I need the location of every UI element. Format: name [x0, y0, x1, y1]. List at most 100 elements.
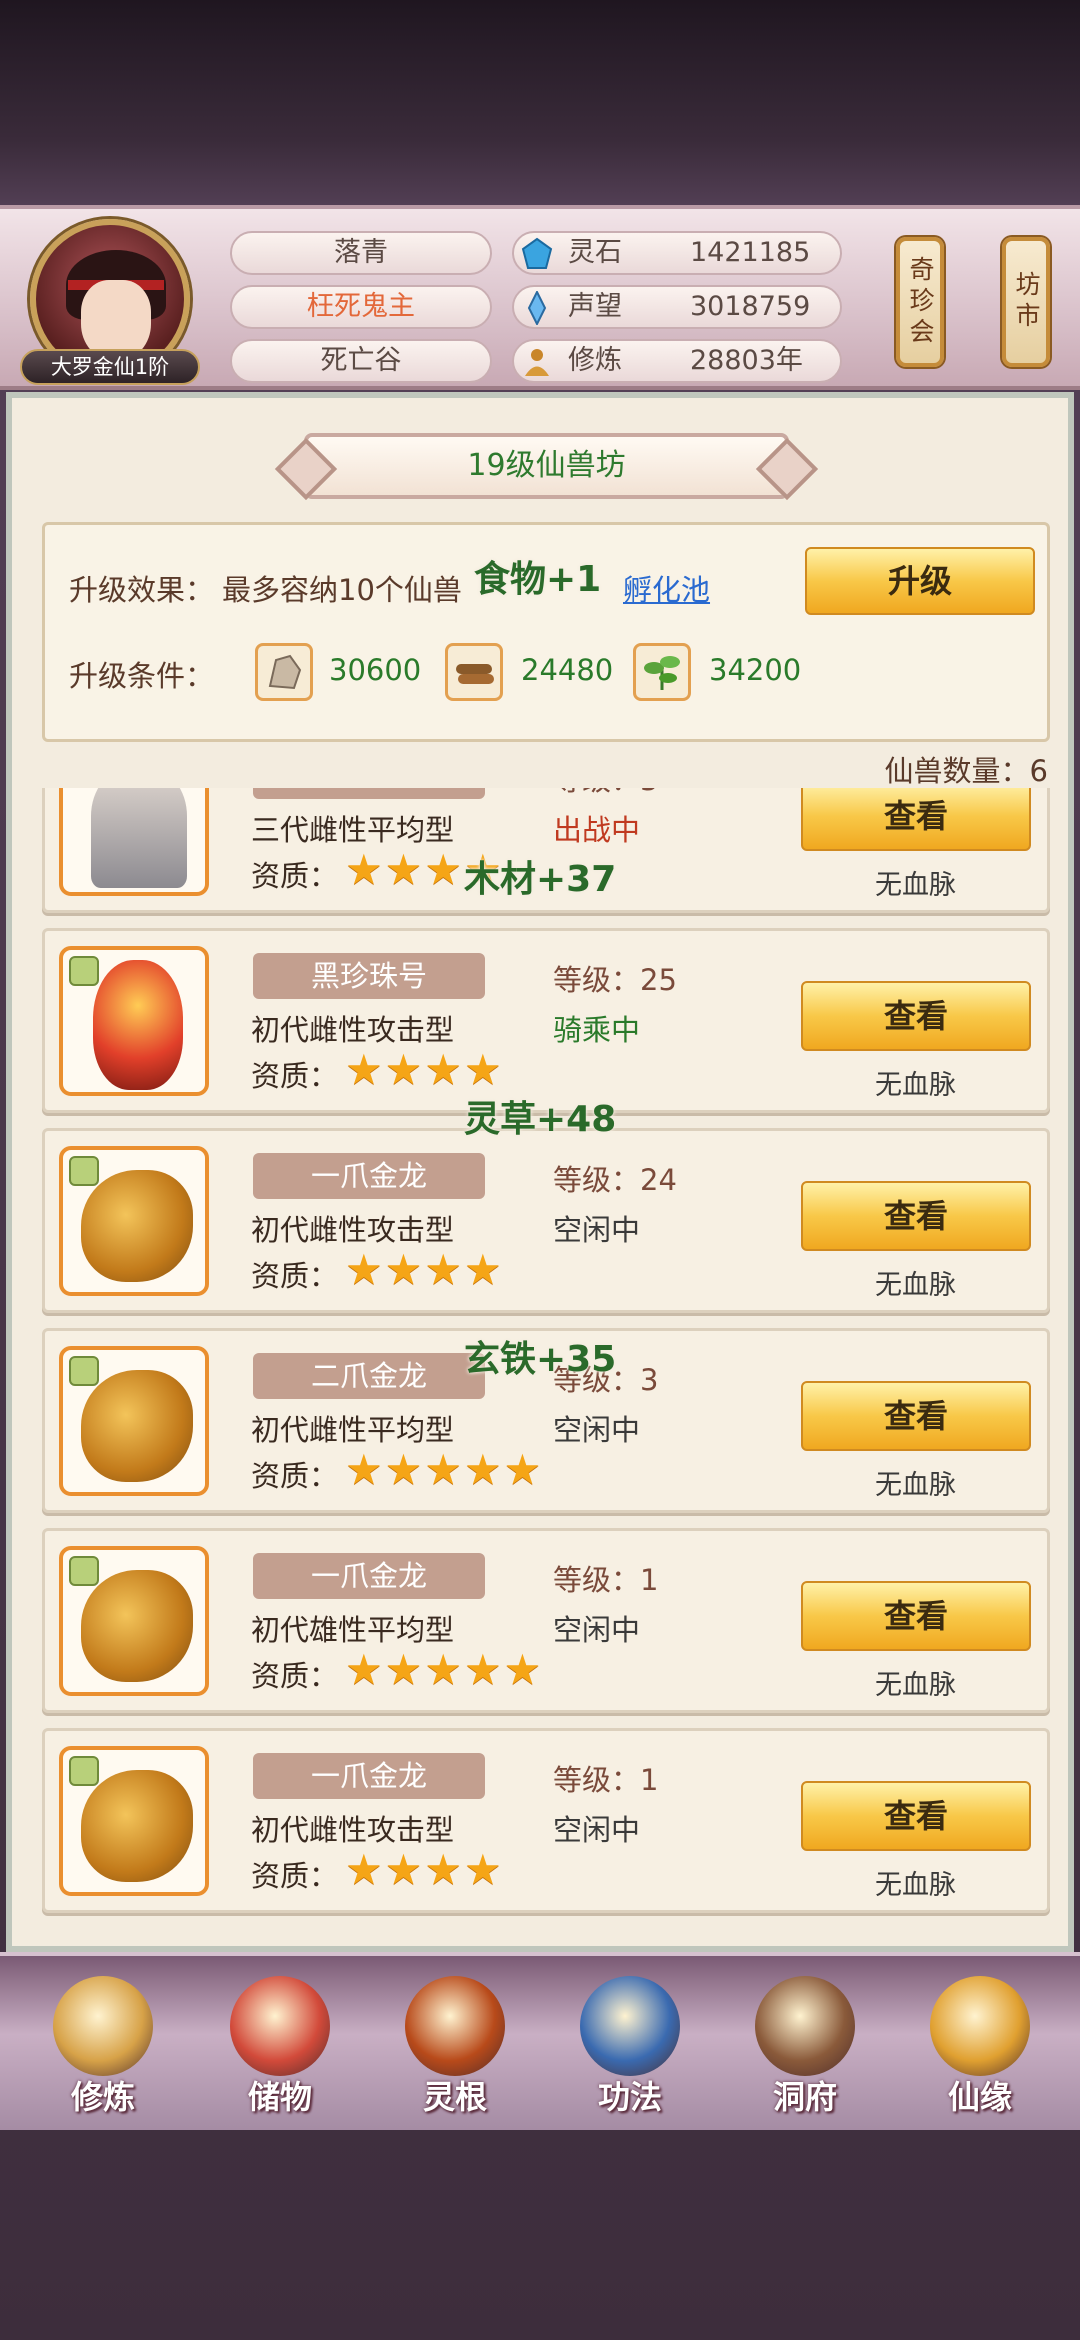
quality-stars: ★★★★ — [345, 1847, 504, 1893]
player-location: 死亡谷 — [230, 339, 492, 383]
beast-count: 仙兽数量：6 — [884, 754, 1048, 788]
star-icon: ★ — [345, 1045, 385, 1094]
bloodline-text: 无血脉 — [875, 870, 956, 901]
view-button[interactable]: 查看 — [801, 1581, 1031, 1651]
stat-value: 1421185 — [690, 237, 811, 268]
beast-portrait[interactable] — [59, 1146, 209, 1296]
beast-type: 初代雌性攻击型 — [251, 1013, 455, 1047]
fire-spirit-portrait — [93, 960, 183, 1090]
star-icon: ★ — [503, 1445, 544, 1494]
rare-treasure-fair-button[interactable]: 奇珍会 — [896, 237, 944, 367]
wood-icon — [445, 643, 503, 701]
nav-item-3[interactable]: 灵根 — [380, 1966, 530, 2126]
spirit-root-emblem-icon — [405, 1976, 505, 2076]
upgrade-button[interactable]: 升级 — [805, 547, 1035, 615]
golden-dragon-portrait — [81, 1370, 193, 1482]
hatching-pool-link[interactable]: 孵化池 — [623, 567, 710, 609]
beast-card: 一爪金龙 初代雌性攻击型 资质： ★★★★ 等级：24 空闲中 查看 无血脉 — [42, 1128, 1050, 1313]
nav-item-6[interactable]: 仙缘 — [905, 1966, 1055, 2126]
beast-status: 空闲中 — [553, 1813, 641, 1847]
stat-value: 28803年 — [690, 345, 803, 376]
star-icon: ★ — [463, 1645, 504, 1694]
player-name: 落青 — [230, 231, 492, 275]
star-icon: ★ — [424, 845, 464, 894]
floating-gain-food: 食物+1 — [474, 559, 602, 600]
quality-stars: ★★★★★ — [345, 1447, 543, 1493]
beast-type: 初代雄性平均型 — [251, 1613, 455, 1647]
cave-mansion-icon — [755, 1976, 855, 2076]
beast-name: 一爪金龙 — [253, 1153, 485, 1199]
floating-gain-iron: 玄铁+35 — [464, 1339, 617, 1380]
bloodline-text: 无血脉 — [875, 1070, 956, 1101]
nav-item-1[interactable]: 修炼 — [28, 1966, 178, 2126]
star-icon: ★ — [384, 1445, 425, 1494]
golden-dragon-portrait — [81, 1170, 193, 1282]
stat-label: 声望 — [568, 291, 622, 322]
beast-portrait[interactable] — [59, 1546, 209, 1696]
beast-portrait[interactable] — [59, 946, 209, 1096]
bloodline-text: 无血脉 — [875, 1870, 956, 1901]
view-button[interactable]: 查看 — [801, 788, 1031, 851]
star-icon: ★ — [384, 1845, 425, 1894]
treasure-bag-icon — [230, 1976, 330, 2076]
scripture-book-icon — [580, 1976, 680, 2076]
beast-workshop-panel: 19级仙兽坊 升级效果： 最多容纳10个仙兽 孵化池 升级 升级条件： 30600… — [6, 392, 1074, 1952]
nav-item-5[interactable]: 洞府 — [730, 1966, 880, 2126]
bloodline-text: 无血脉 — [875, 1470, 956, 1501]
quality-label: 资质： — [251, 1459, 339, 1493]
view-button[interactable]: 查看 — [801, 1781, 1031, 1851]
quality-stars: ★★★★ — [345, 1047, 504, 1093]
wood-requirement: 24480 — [521, 653, 614, 687]
prestige-crystal-icon — [527, 291, 547, 325]
star-icon: ★ — [424, 1245, 464, 1294]
beast-level: 等级：25 — [553, 963, 677, 997]
lock-icon — [69, 1156, 99, 1186]
lock-icon — [69, 956, 99, 986]
nav-label: 功法 — [597, 2078, 662, 2116]
herb-requirement: 34200 — [709, 653, 802, 687]
quality-label: 资质： — [251, 1059, 339, 1093]
star-icon: ★ — [384, 1245, 425, 1294]
stat-value: 3018759 — [690, 291, 811, 322]
beast-status: 骑乘中 — [553, 1013, 641, 1047]
rank-badge: 大罗金仙1阶 — [20, 349, 200, 385]
beast-portrait[interactable] — [59, 788, 209, 896]
nav-label: 仙缘 — [947, 2078, 1012, 2116]
panel-title: 19级仙兽坊 — [304, 433, 789, 499]
star-icon: ★ — [345, 1645, 385, 1694]
player-title: 枉死鬼主 — [230, 285, 492, 329]
star-icon: ★ — [345, 1845, 385, 1894]
avatar-face — [81, 280, 151, 360]
market-button[interactable]: 坊市 — [1002, 237, 1050, 367]
beast-name: 一爪金龙 — [253, 1753, 485, 1799]
beast-portrait[interactable] — [59, 1346, 209, 1496]
star-icon: ★ — [345, 1245, 385, 1294]
beast-card: 黑珍珠号 初代雌性攻击型 资质： ★★★★ 等级：25 骑乘中 查看 无血脉 — [42, 928, 1050, 1113]
view-button[interactable]: 查看 — [801, 981, 1031, 1051]
beast-level: 等级：24 — [553, 1163, 677, 1197]
view-button[interactable]: 查看 — [801, 1181, 1031, 1251]
stat-prestige: 声望 3018759 — [512, 285, 842, 329]
nav-item-2[interactable]: 储物 — [205, 1966, 355, 2126]
star-icon: ★ — [345, 845, 385, 894]
quality-stars: ★★★★★ — [345, 1647, 543, 1693]
beast-level: 等级：3 — [553, 788, 658, 799]
beast-status: 空闲中 — [553, 1413, 641, 1447]
beast-name: 一爪金龙 — [253, 1553, 485, 1599]
ore-requirement: 30600 — [329, 653, 422, 687]
beast-type: 初代雌性攻击型 — [251, 1213, 455, 1247]
beast-type: 初代雌性平均型 — [251, 1413, 455, 1447]
nav-item-4[interactable]: 功法 — [555, 1966, 705, 2126]
beast-name — [253, 788, 485, 799]
beast-status: 出战中 — [553, 813, 641, 847]
upgrade-effect-label: 升级效果： — [69, 573, 215, 607]
star-icon: ★ — [424, 1645, 464, 1694]
gourd-icon — [930, 1976, 1030, 2076]
bottom-nav: 修炼 储物 灵根 功法 洞府 仙缘 — [0, 1952, 1080, 2130]
view-button[interactable]: 查看 — [801, 1381, 1031, 1451]
beast-portrait[interactable] — [59, 1746, 209, 1896]
quality-label: 资质： — [251, 1859, 339, 1893]
nav-label: 灵根 — [422, 2078, 487, 2116]
beast-card: 一爪金龙 初代雌性攻击型 资质： ★★★★ 等级：1 空闲中 查看 无血脉 — [42, 1728, 1050, 1913]
star-icon: ★ — [503, 1645, 544, 1694]
